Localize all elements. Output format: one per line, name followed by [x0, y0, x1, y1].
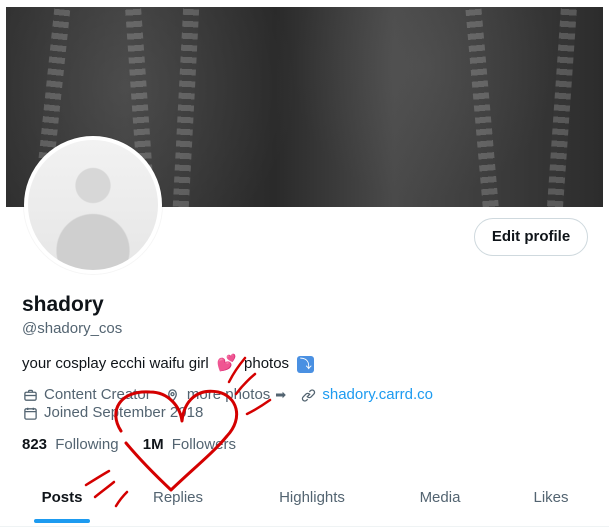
hearts-emoji: 💕: [216, 355, 237, 373]
profile-page: Edit profile shadory @shadory_cos your c…: [0, 0, 609, 527]
following-count[interactable]: 823: [22, 436, 47, 453]
right-arrow-icon: ➡: [275, 387, 287, 403]
tab-highlights[interactable]: Highlights: [262, 474, 362, 527]
following-label[interactable]: Following: [55, 436, 118, 453]
location-text: more photos: [186, 386, 271, 404]
followers-stat[interactable]: 1M Followers: [143, 436, 236, 454]
tab-media[interactable]: Media: [404, 474, 476, 527]
profile-display-name: shadory: [22, 293, 104, 316]
down-right-arrow-icon: ⤵: [297, 355, 315, 373]
bio-text-before: your cosplay ecchi waifu girl: [22, 355, 209, 373]
calendar-icon: [22, 405, 38, 421]
tab-likes[interactable]: Likes: [518, 474, 584, 527]
profile-tabs: Posts Replies Highlights Media Likes: [0, 474, 609, 527]
occupation-text: Content Creator: [44, 386, 151, 404]
followers-label[interactable]: Followers: [172, 436, 236, 453]
profile-meta-row: Content Creator more photos ➡ shadory.ca…: [22, 386, 433, 404]
active-tab-indicator: [34, 519, 90, 523]
following-stat[interactable]: 823 Following: [22, 436, 119, 454]
edit-profile-button[interactable]: Edit profile: [474, 218, 588, 256]
occupation-meta: Content Creator: [22, 386, 151, 404]
profile-avatar[interactable]: [24, 136, 162, 274]
profile-handle: @shadory_cos: [22, 320, 123, 337]
location-pin-icon: [165, 387, 181, 403]
follow-stats: 823 Following 1M Followers: [22, 436, 256, 454]
bio-text-after: photos: [244, 355, 290, 373]
tab-replies[interactable]: Replies: [140, 474, 216, 527]
briefcase-icon: [22, 387, 38, 403]
profile-bio: your cosplay ecchi waifu girl 💕 photos ⤵: [22, 355, 315, 373]
joined-row: Joined September 2018: [22, 404, 203, 422]
link-icon: [300, 387, 316, 403]
joined-meta: Joined September 2018: [22, 404, 203, 422]
followers-count[interactable]: 1M: [143, 436, 164, 453]
joined-text: Joined September 2018: [44, 404, 204, 422]
website-link[interactable]: shadory.carrd.co: [322, 386, 433, 404]
website-meta[interactable]: shadory.carrd.co: [300, 386, 433, 404]
location-meta: more photos ➡: [165, 386, 286, 404]
